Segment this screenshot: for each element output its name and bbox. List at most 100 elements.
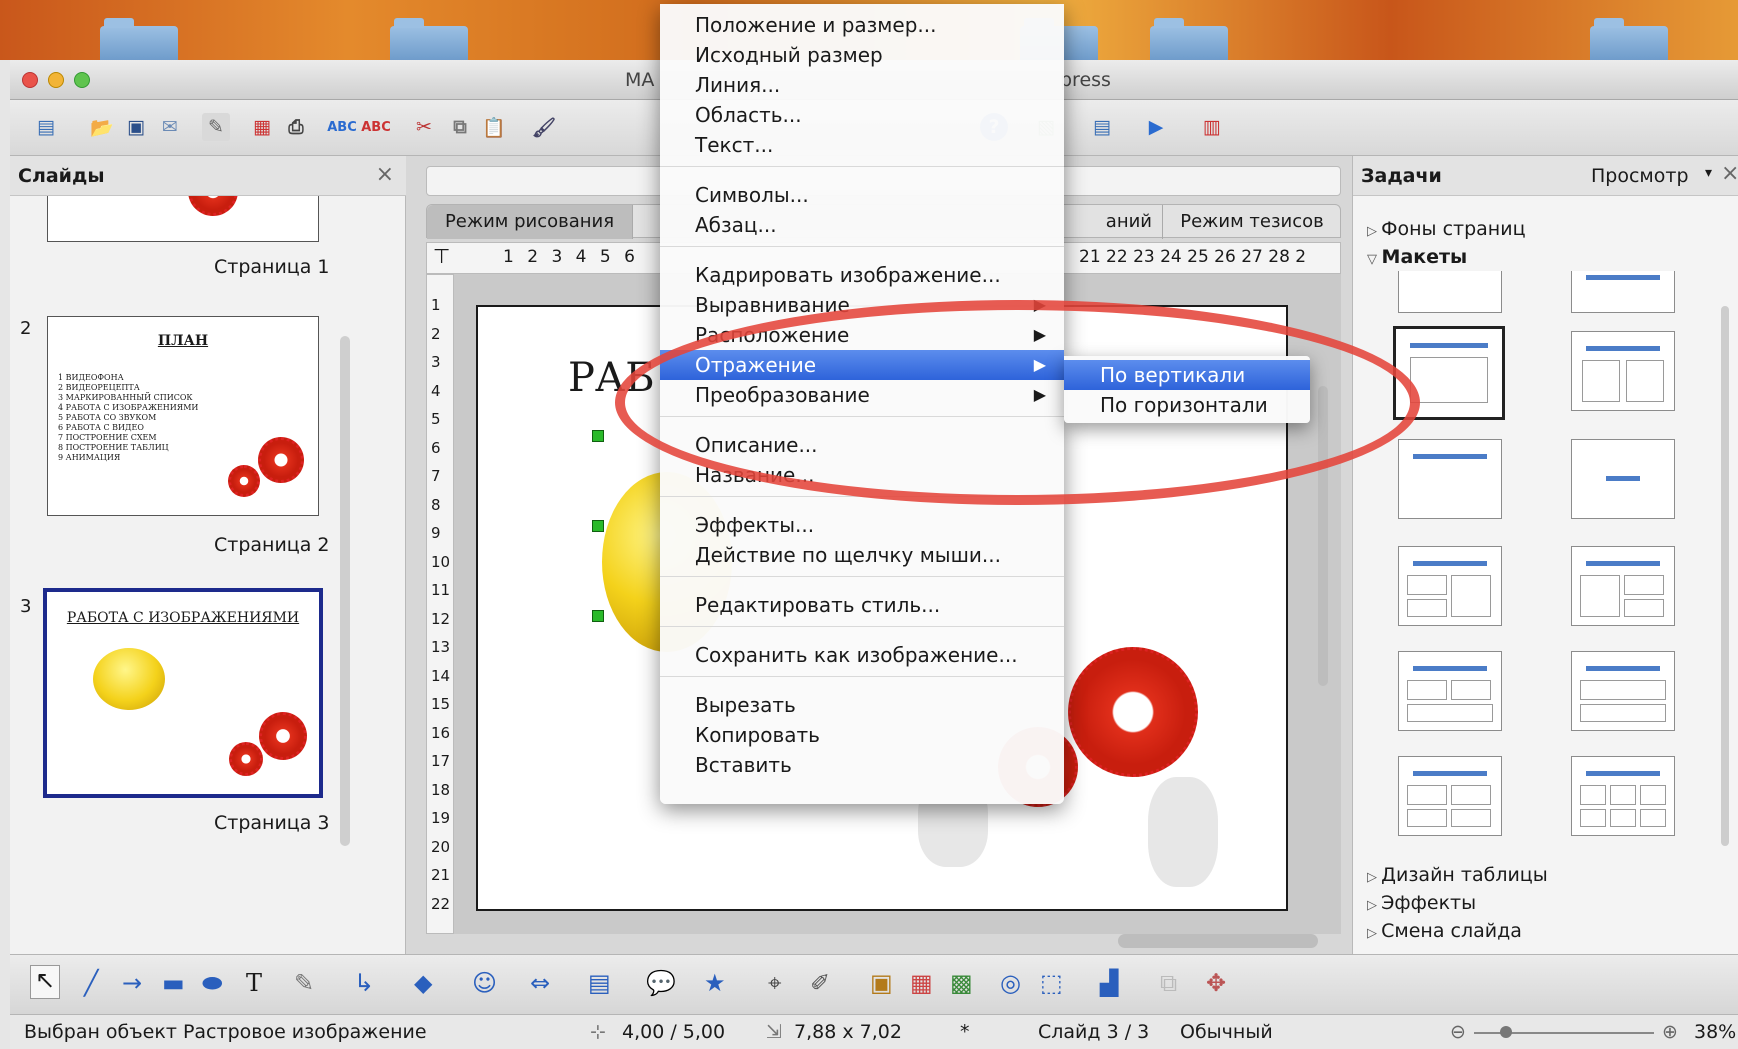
layout-title-2-content[interactable] (1571, 331, 1675, 411)
layout-title-4-content-grid[interactable] (1398, 756, 1502, 836)
zoom-window-button[interactable] (74, 72, 90, 88)
presentation-icon[interactable]: ▥ (1198, 113, 1226, 141)
tab-handout-view[interactable]: аний (1083, 205, 1163, 239)
vertical-scrollbar[interactable] (1318, 386, 1328, 686)
export-pdf-icon[interactable]: ▦ (248, 113, 276, 141)
glue-points-icon[interactable]: ✐ (810, 969, 830, 997)
section-effects[interactable]: ▷ Эффекты (1367, 892, 1476, 914)
view-menu-button[interactable]: Просмотр (1591, 165, 1689, 187)
menu-item-text[interactable]: Текст... (660, 130, 1064, 160)
menu-item-position-size[interactable]: Положение и размер... (660, 10, 1064, 40)
symbol-shapes-icon[interactable]: ☺ (472, 969, 497, 997)
menu-item-line[interactable]: Линия... (660, 70, 1064, 100)
slide-thumbnail-3-selected[interactable]: РАБОТА С ИЗОБРАЖЕНИЯМИ (43, 588, 323, 798)
open-icon[interactable]: 📂 (88, 113, 116, 141)
menu-item-copy[interactable]: Копировать (660, 720, 1064, 750)
tab-stop-icon[interactable]: ⊤ (433, 244, 450, 268)
block-arrows-icon[interactable]: ⇔ (530, 969, 550, 997)
menu-item-crop-image[interactable]: Кадрировать изображение... (660, 260, 1064, 290)
slide-layout-icon[interactable]: ▤ (1088, 113, 1116, 141)
chevron-down-icon[interactable]: ▾ (1705, 165, 1712, 181)
callouts-icon[interactable]: 💬 (646, 969, 676, 997)
menu-item-flip[interactable]: Отражение ▶ (660, 350, 1064, 380)
print-icon[interactable]: ⎙ (282, 113, 310, 141)
stars-icon[interactable]: ★ (704, 969, 726, 997)
vertical-ruler[interactable]: 1 2 3 4 5 6 7 8 9 10 11 12 13 14 15 16 17 18 19 20 21 22 (426, 274, 454, 934)
layout-title-subtitle[interactable] (1398, 439, 1502, 519)
menu-item-description[interactable]: Описание... (660, 430, 1064, 460)
menu-item-name[interactable]: Название... (660, 460, 1064, 490)
cut-icon[interactable]: ✂ (410, 113, 438, 141)
close-window-button[interactable] (22, 72, 38, 88)
layout-blank[interactable] (1398, 271, 1502, 313)
section-page-backgrounds[interactable]: ▷ Фоны страниц (1367, 218, 1526, 240)
layout-title-2-content-over[interactable] (1398, 651, 1502, 731)
rectangle-icon[interactable]: ▬ (162, 969, 185, 997)
submenu-item-vertical[interactable]: По вертикали (1064, 360, 1310, 390)
submenu-item-horizontal[interactable]: По горизонтали (1064, 390, 1310, 420)
tab-outline-view[interactable]: Режим тезисов (1163, 205, 1341, 239)
layout-title-content-2[interactable] (1571, 546, 1675, 626)
menu-item-arrange[interactable]: Расположение ▶ (660, 320, 1064, 350)
tasks-scrollbar[interactable] (1721, 306, 1729, 846)
tab-drawing-view[interactable]: Режим рисования (427, 205, 633, 239)
menu-item-paragraph[interactable]: Абзац... (660, 210, 1064, 240)
slide-thumbnail-2[interactable]: ПЛАН 1 ВИДЕОФОНА 2 ВИДЕОРЕЦЕПТА 3 МАРКИР… (47, 316, 319, 516)
spellcheck-icon[interactable]: ABC (327, 113, 357, 141)
menu-item-paste[interactable]: Вставить (660, 750, 1064, 780)
menu-item-effects[interactable]: Эффекты... (660, 510, 1064, 540)
gallery-icon[interactable]: ▩ (950, 969, 973, 997)
menu-item-edit-style[interactable]: Редактировать стиль... (660, 590, 1064, 620)
slide-title-text[interactable]: РАБ (568, 355, 655, 401)
line-icon[interactable]: ╱ (84, 969, 98, 997)
desktop-folder-icon[interactable] (390, 18, 468, 60)
points-icon[interactable]: ⌖ (768, 969, 782, 997)
slide-show-icon[interactable]: ▶ (1142, 113, 1170, 141)
layout-title-6-content[interactable] (1571, 756, 1675, 836)
selection-handle[interactable] (592, 520, 604, 532)
document-modified-indicator[interactable]: * (960, 1021, 970, 1043)
autospellcheck-icon[interactable]: ABC (361, 113, 391, 141)
menu-item-save-as-image[interactable]: Сохранить как изображение... (660, 640, 1064, 670)
selection-handle[interactable] (592, 430, 604, 442)
menu-item-alignment[interactable]: Выравнивание ▶ (660, 290, 1064, 320)
curve-icon[interactable]: ✎ (294, 969, 314, 997)
section-table-design[interactable]: ▷ Дизайн таблицы (1367, 864, 1548, 886)
desktop-folder-icon[interactable] (100, 18, 178, 60)
layout-title-only[interactable] (1571, 271, 1675, 313)
slides-scrollbar[interactable] (340, 336, 350, 846)
layout-title-4-content[interactable] (1398, 546, 1502, 626)
zoom-in-icon[interactable]: ⊕ (1662, 1021, 1678, 1043)
email-icon[interactable]: ✉ (156, 113, 184, 141)
text-icon[interactable]: T (246, 969, 262, 997)
connector-icon[interactable]: ↳ (354, 969, 374, 997)
from-file-icon[interactable]: ▦ (910, 969, 933, 997)
section-layouts[interactable]: ▽ Макеты (1367, 246, 1467, 268)
arrow-line-icon[interactable]: → (122, 969, 142, 997)
paste-icon[interactable]: 📋 (480, 113, 508, 141)
menu-item-convert[interactable]: Преобразование ▶ (660, 380, 1064, 410)
new-document-icon[interactable]: ▤ (32, 113, 60, 141)
desktop-folder-icon[interactable] (1150, 18, 1228, 60)
layout-title-content-over[interactable] (1571, 651, 1675, 731)
fontwork-icon[interactable]: ▣ (870, 969, 893, 997)
layout-centered-text[interactable] (1571, 439, 1675, 519)
zoom-slider-thumb[interactable] (1500, 1026, 1512, 1038)
desktop-folder-icon[interactable] (1590, 18, 1668, 60)
clone-formatting-icon[interactable]: 🖌 (530, 113, 558, 141)
menu-item-cut[interactable]: Вырезать (660, 690, 1064, 720)
zoom-out-icon[interactable]: ⊖ (1450, 1021, 1466, 1043)
animation-icon[interactable]: ✥ (1206, 969, 1226, 997)
edit-mode-icon[interactable]: ✎ (202, 113, 230, 141)
transformations-icon[interactable]: ⬚ (1040, 969, 1063, 997)
slide-thumbnail-1[interactable] (47, 196, 319, 242)
section-slide-transition[interactable]: ▷ Смена слайда (1367, 920, 1522, 942)
selection-handle[interactable] (592, 610, 604, 622)
ellipse-icon[interactable]: ⬬ (202, 969, 223, 997)
menu-item-area[interactable]: Область... (660, 100, 1064, 130)
select-arrow-icon[interactable]: ↖ (30, 965, 60, 999)
close-icon[interactable]: × (376, 162, 394, 187)
basic-shapes-icon[interactable]: ◆ (414, 969, 432, 997)
menu-item-original-size[interactable]: Исходный размер (660, 40, 1064, 70)
copy-icon[interactable]: ⧉ (446, 113, 474, 141)
